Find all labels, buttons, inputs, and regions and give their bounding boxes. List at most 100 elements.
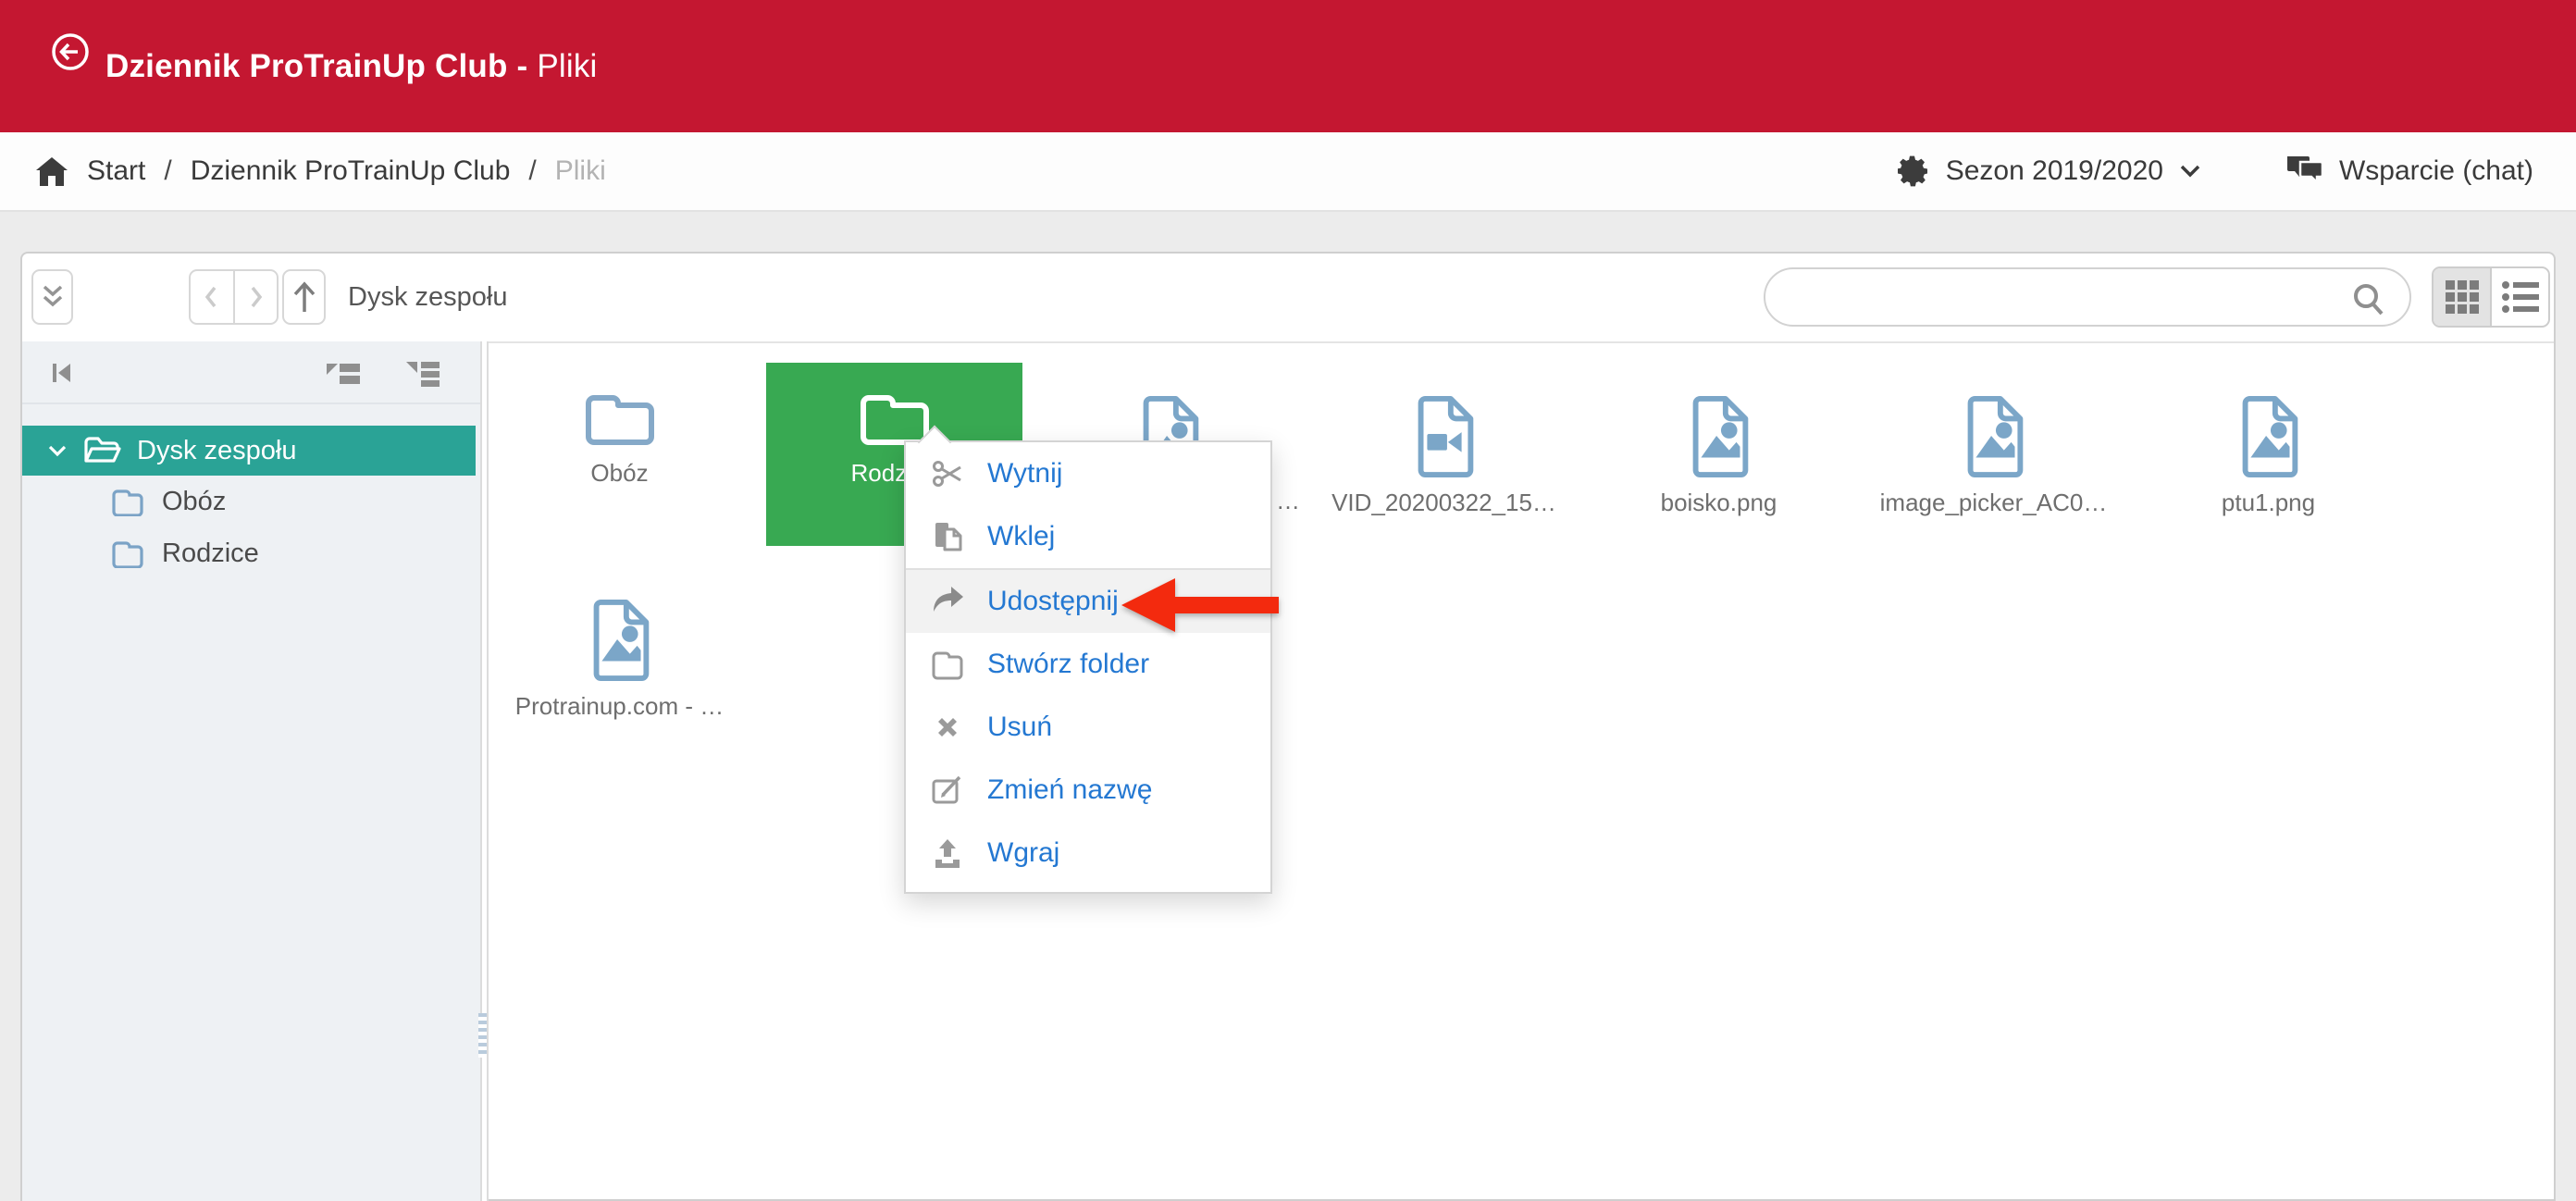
new-folder-icon bbox=[930, 647, 965, 682]
context-menu-label: Wytnij bbox=[987, 458, 1062, 489]
share-icon bbox=[930, 584, 965, 619]
context-menu-label: Zmień nazwę bbox=[987, 774, 1152, 806]
topbar-right: Sezon 2019/2020 Wsparcie (chat) bbox=[1898, 132, 2533, 210]
list-view-icon bbox=[2500, 279, 2541, 316]
context-menu-label: Usuń bbox=[987, 712, 1052, 743]
folder-icon bbox=[110, 539, 145, 568]
context-menu-item-rename[interactable]: Zmień nazwę bbox=[906, 759, 1270, 822]
folder-icon bbox=[766, 387, 1022, 448]
file-item-protrainup[interactable]: Protrainup.com - … bbox=[491, 566, 748, 749]
chat-icon bbox=[2285, 155, 2324, 188]
back-history-button[interactable] bbox=[191, 271, 233, 323]
tree-item-label: Rodzice bbox=[162, 539, 259, 569]
collapse-sidebar-icon[interactable] bbox=[46, 356, 80, 390]
support-label: Wsparcie (chat) bbox=[2339, 155, 2533, 187]
context-menu-item-delete[interactable]: Usuń bbox=[906, 696, 1270, 759]
folder-open-icon bbox=[83, 436, 122, 465]
file-item-label: ptu1.png bbox=[2140, 489, 2396, 517]
tree-item-dysk-zespolu[interactable]: Dysk zespołu bbox=[22, 426, 476, 476]
image-file-icon bbox=[491, 598, 748, 681]
delete-icon bbox=[930, 710, 965, 745]
forward-history-button[interactable] bbox=[233, 271, 278, 323]
back-arrow-icon bbox=[50, 31, 91, 72]
file-item-label: image_picker_AC0… bbox=[1865, 489, 2122, 517]
toolbar-collapse-button[interactable] bbox=[31, 269, 73, 325]
context-menu-item-cut[interactable]: Wytnij bbox=[906, 442, 1270, 505]
up-directory-button[interactable] bbox=[282, 269, 326, 325]
double-chevron-down-icon bbox=[35, 280, 70, 314]
tree-collapse-all-icon[interactable] bbox=[323, 358, 364, 390]
search-input[interactable] bbox=[1791, 273, 2341, 321]
context-menu-label: Wgraj bbox=[987, 837, 1059, 869]
support-chat-link[interactable]: Wsparcie (chat) bbox=[2285, 155, 2533, 188]
fm-toolbar: Dysk zespołu bbox=[22, 254, 2554, 343]
app-header: Dziennik ProTrainUp Club - Pliki bbox=[0, 0, 2576, 132]
folder-icon bbox=[491, 387, 748, 448]
search-icon[interactable] bbox=[2350, 281, 2387, 318]
context-menu-label: Stwórz folder bbox=[987, 649, 1149, 680]
season-switcher[interactable]: Sezon 2019/2020 bbox=[1898, 155, 2202, 188]
breadcrumb-item-club[interactable]: Dziennik ProTrainUp Club bbox=[191, 155, 511, 187]
sidebar-resize-handle[interactable] bbox=[480, 341, 489, 1201]
paste-icon bbox=[930, 519, 965, 554]
breadcrumb-separator: / bbox=[164, 155, 171, 187]
view-toggle-group bbox=[2432, 266, 2550, 328]
home-icon[interactable] bbox=[35, 156, 68, 187]
scissors-icon bbox=[930, 456, 965, 491]
context-menu-item-paste[interactable]: Wklej bbox=[906, 505, 1270, 568]
sidebar-tools bbox=[323, 358, 443, 390]
file-item-vid[interactable]: VID_20200322_15… bbox=[1316, 363, 1572, 546]
upload-icon bbox=[930, 836, 965, 871]
page-title: Dziennik ProTrainUp Club - Pliki bbox=[105, 0, 598, 132]
page-title-bold: Dziennik ProTrainUp Club - bbox=[105, 48, 527, 85]
tree-chevron-down-icon[interactable] bbox=[44, 440, 70, 461]
context-menu-item-upload[interactable]: Wgraj bbox=[906, 822, 1270, 885]
tree-item-label: Dysk zespołu bbox=[137, 436, 296, 466]
list-view-button[interactable] bbox=[2490, 268, 2548, 326]
context-menu-item-new-folder[interactable]: Stwórz folder bbox=[906, 633, 1270, 696]
back-button[interactable] bbox=[50, 31, 91, 72]
resize-grip-icon[interactable] bbox=[478, 1013, 487, 1058]
video-file-icon bbox=[1316, 394, 1572, 477]
breadcrumb-item-current: Pliki bbox=[555, 155, 606, 187]
file-item-boisko[interactable]: boisko.png bbox=[1591, 363, 1847, 546]
file-item-label: boisko.png bbox=[1591, 489, 1847, 517]
grid-view-icon bbox=[2444, 279, 2481, 316]
hidden-file-label-fragment: … bbox=[1276, 487, 1300, 515]
file-item-image-picker[interactable]: image_picker_AC0… bbox=[1865, 363, 2122, 546]
context-menu: Wytnij Wklej Udostępnij bbox=[904, 440, 1272, 894]
gear-icon bbox=[1898, 155, 1931, 188]
context-menu-label: Wklej bbox=[987, 521, 1055, 552]
history-nav-group bbox=[189, 269, 279, 325]
chevron-down-icon bbox=[2178, 163, 2202, 180]
page-title-light: Pliki bbox=[537, 48, 597, 85]
file-item-label: Obóz bbox=[491, 459, 748, 488]
rename-icon bbox=[930, 773, 965, 808]
current-folder-label: Dysk zespołu bbox=[348, 254, 507, 341]
tree-item-oboz[interactable]: Obóz bbox=[22, 476, 480, 527]
breadcrumb-separator: / bbox=[528, 155, 536, 187]
grid-view-button[interactable] bbox=[2434, 268, 2490, 326]
breadcrumb-bar: Start / Dziennik ProTrainUp Club / Pliki… bbox=[0, 132, 2576, 212]
image-file-icon bbox=[1591, 394, 1847, 477]
folder-icon bbox=[110, 487, 145, 516]
tree-expand-all-icon[interactable] bbox=[402, 358, 443, 390]
chevron-left-icon bbox=[196, 281, 228, 313]
context-menu-label: Udostępnij bbox=[987, 586, 1119, 617]
red-annotation-arrow bbox=[1118, 576, 1282, 635]
file-item-oboz[interactable]: Obóz bbox=[491, 363, 748, 546]
page: Dziennik ProTrainUp Club - Pliki Start /… bbox=[0, 0, 2576, 1201]
image-file-icon bbox=[1865, 394, 2122, 477]
image-file-icon bbox=[2140, 394, 2396, 477]
sidebar-header bbox=[22, 341, 480, 404]
tree-item-label: Obóz bbox=[162, 487, 226, 517]
search-box bbox=[1764, 267, 2411, 327]
chevron-right-icon bbox=[240, 281, 271, 313]
tree-item-rodzice[interactable]: Rodzice bbox=[22, 527, 480, 579]
file-item-label: VID_20200322_15… bbox=[1316, 489, 1572, 517]
breadcrumb-item-start[interactable]: Start bbox=[87, 155, 145, 187]
arrow-up-icon bbox=[288, 279, 321, 316]
file-item-ptu1[interactable]: ptu1.png bbox=[2140, 363, 2396, 546]
sidebar: Dysk zespołu Obóz bbox=[22, 341, 480, 1201]
season-label: Sezon 2019/2020 bbox=[1946, 155, 2163, 187]
